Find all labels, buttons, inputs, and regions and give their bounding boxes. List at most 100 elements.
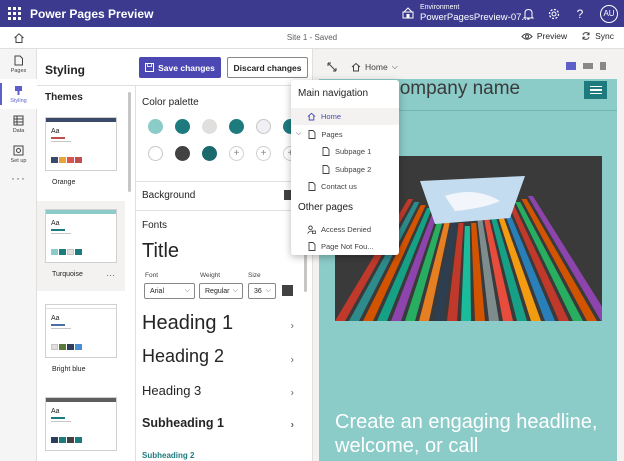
other-page-item[interactable]: Access Denied — [291, 221, 399, 238]
rail-item-label: Styling — [10, 97, 27, 104]
left-rail: Pages Styling Data Set up ··· — [0, 49, 37, 461]
preview-label: Preview — [536, 31, 568, 41]
theme-color-swatch — [51, 249, 58, 255]
other-page-item[interactable]: Page Not Fou... — [291, 238, 399, 255]
heading-3-sample: Heading 3 — [142, 383, 202, 398]
font-color-swatch[interactable] — [282, 285, 293, 296]
background-heading[interactable]: Background — [142, 190, 195, 201]
tablet-icon[interactable] — [583, 62, 593, 70]
theme-sample-text: Aa — [51, 220, 60, 227]
theme-more-options-icon[interactable]: ··· — [106, 270, 115, 280]
palette-color-swatch[interactable] — [256, 119, 271, 134]
more-icon[interactable]: ··· — [0, 171, 37, 185]
mobile-icon[interactable] — [600, 62, 606, 70]
palette-color-swatch[interactable] — [148, 146, 163, 161]
size-dropdown[interactable]: 36 ⌵ — [248, 283, 276, 299]
home-icon — [351, 62, 361, 72]
save-icon — [145, 63, 155, 72]
theme-card[interactable]: Aa — [45, 397, 117, 451]
nav-item-label: Pages — [321, 129, 343, 139]
title-font-sample[interactable]: Title — [142, 240, 179, 263]
nav-item-contact-us[interactable]: Contact us — [291, 178, 399, 195]
sync-label: Sync — [595, 31, 614, 41]
palette-color-swatch[interactable] — [229, 119, 244, 134]
page-icon — [14, 55, 23, 65]
theme-color-swatch — [51, 437, 58, 443]
rail-item-label: Pages — [10, 67, 27, 74]
hamburger-menu-icon[interactable] — [584, 81, 607, 99]
heading-2-row[interactable]: Heading 2 › — [142, 346, 302, 374]
theme-header-bar — [46, 398, 116, 402]
environment-picker[interactable]: Environment PowerPagesPreview-07... — [402, 3, 529, 23]
palette-color-swatch[interactable] — [175, 146, 190, 161]
chevron-right-icon: › — [290, 320, 294, 332]
expand-icon[interactable] — [326, 61, 338, 73]
font-dropdown[interactable]: Arial ⌵ — [144, 283, 195, 299]
heading-3-row[interactable]: Heading 3 › — [142, 383, 302, 403]
subheading-2-row[interactable]: Subheading 2 — [142, 451, 302, 461]
nav-item-label: Subpage 1 — [335, 147, 372, 156]
app-launcher-button[interactable] — [0, 0, 28, 27]
theme-color-swatch — [59, 157, 66, 163]
main-navigation-heading: Main navigation — [298, 88, 369, 99]
sync-button[interactable]: Sync — [581, 31, 614, 41]
environment-icon — [402, 7, 414, 19]
weight-dropdown[interactable]: Regular ⌵ — [199, 283, 243, 299]
nav-item-home[interactable]: Home — [291, 108, 399, 125]
preview-button[interactable]: Preview — [521, 31, 567, 41]
divider — [136, 181, 312, 182]
subheading-1-row[interactable]: Subheading 1 › — [142, 416, 302, 434]
palette-color-swatch[interactable] — [148, 119, 163, 134]
home-icon — [307, 112, 316, 121]
page-navigation-dropdown[interactable]: Home ⌵ — [351, 62, 398, 72]
themes-scrollbar[interactable] — [128, 92, 131, 192]
nav-item-subpage-1[interactable]: Subpage 1 — [291, 143, 399, 160]
setup-icon — [13, 145, 24, 155]
palette-color-swatch[interactable] — [202, 119, 217, 134]
add-color-button[interactable]: + — [229, 146, 244, 161]
theme-color-swatch — [67, 344, 74, 350]
weight-label: Weight — [200, 272, 221, 279]
help-button[interactable]: ? — [574, 6, 586, 21]
theme-card[interactable]: Aa — [45, 304, 117, 358]
hero-headline[interactable]: Create an engaging headline, welcome, or… — [335, 410, 605, 458]
paintbrush-icon — [15, 85, 22, 95]
site-company-name[interactable]: Company name — [386, 78, 520, 100]
themes-heading: Themes — [45, 92, 83, 103]
eye-icon — [521, 32, 533, 40]
theme-card[interactable]: Aa — [45, 209, 117, 263]
chevron-down-icon[interactable]: ⌵ — [296, 130, 301, 138]
desktop-icon[interactable] — [566, 62, 576, 70]
panel-title: Styling — [45, 63, 86, 77]
question-mark-icon: ? — [576, 6, 584, 21]
save-changes-button[interactable]: Save changes — [139, 57, 221, 78]
palette-color-swatch[interactable] — [175, 119, 190, 134]
app-header: Power Pages Preview Environment PowerPag… — [0, 0, 624, 27]
waffle-icon — [7, 7, 21, 20]
rail-item-pages[interactable]: Pages — [0, 49, 37, 79]
notifications-button[interactable] — [522, 8, 534, 20]
divider — [37, 85, 312, 86]
theme-color-swatch — [67, 249, 74, 255]
settings-button[interactable] — [548, 8, 560, 20]
nav-item-pages[interactable]: ⌵ Pages — [291, 126, 399, 143]
rail-item-styling[interactable]: Styling — [0, 79, 37, 109]
nav-item-subpage-2[interactable]: Subpage 2 — [291, 161, 399, 178]
rail-item-setup[interactable]: Set up — [0, 139, 37, 169]
palette-color-swatch[interactable] — [202, 146, 217, 161]
app-title[interactable]: Power Pages Preview — [30, 7, 153, 21]
discard-changes-button[interactable]: Discard changes — [227, 57, 308, 78]
rail-item-data[interactable]: Data — [0, 109, 37, 139]
user-avatar[interactable]: AU — [600, 4, 618, 23]
page-icon — [307, 129, 316, 139]
add-color-button[interactable]: + — [256, 146, 271, 161]
theme-card[interactable]: Aa — [45, 117, 117, 171]
chevron-right-icon: › — [290, 354, 294, 366]
theme-header-bar — [46, 118, 116, 122]
theme-name: Orange — [52, 179, 76, 186]
theme-accent-line — [51, 324, 65, 326]
heading-1-row[interactable]: Heading 1 › — [142, 312, 302, 340]
environment-name: PowerPagesPreview-07... — [420, 12, 530, 23]
theme-sample-text: Aa — [51, 408, 60, 415]
chevron-down-icon: ⌵ — [232, 287, 238, 294]
